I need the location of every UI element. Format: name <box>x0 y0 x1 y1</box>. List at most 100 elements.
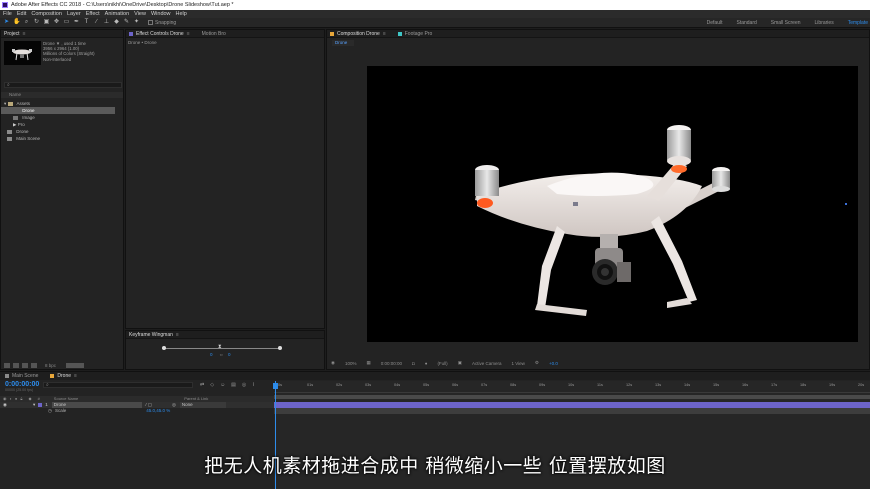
selection-tool-icon[interactable]: ➤ <box>3 19 10 26</box>
draft-3d-icon[interactable]: ◇ <box>210 382 214 388</box>
column-name[interactable]: Name <box>9 92 21 97</box>
menu-help[interactable]: Help <box>176 11 187 17</box>
new-composition-icon[interactable] <box>22 362 28 368</box>
bpc-label[interactable]: 8 bpc <box>45 363 56 368</box>
video-subtitle: 把无人机素材拖进合成中 稍微缩小一些 位置摆放如图 <box>204 455 666 477</box>
ruler-tick: 04s <box>394 383 401 387</box>
list-item[interactable]: ▶ Pro <box>1 121 123 128</box>
settings-icon[interactable] <box>31 362 37 368</box>
menu-icon[interactable]: ≡ <box>23 31 26 37</box>
keyframe-slider-handle[interactable] <box>162 346 166 350</box>
graph-editor-icon[interactable]: ⌇ <box>252 382 254 388</box>
current-time[interactable]: 0:00:00:00 <box>381 361 402 366</box>
menu-icon[interactable]: ≡ <box>74 373 77 379</box>
workspace-standard[interactable]: Standard <box>736 20 756 26</box>
shy-icon[interactable]: ☺ <box>220 382 225 388</box>
menu-composition[interactable]: Composition <box>31 11 62 17</box>
puppet-tool-icon[interactable]: ✦ <box>133 19 140 26</box>
menu-layer[interactable]: Layer <box>67 11 81 17</box>
grid-icon[interactable]: ▦ <box>366 360 370 366</box>
pan-behind-tool-icon[interactable]: ✥ <box>53 19 60 26</box>
stopwatch-icon[interactable]: ◷ <box>48 408 52 414</box>
menu-edit[interactable]: Edit <box>17 11 26 17</box>
workspace-default[interactable]: Default <box>707 20 723 26</box>
text-tool-icon[interactable]: T <box>83 19 90 26</box>
tab-drone-timeline[interactable]: Drone ≡ <box>50 373 77 379</box>
timeline-property-row[interactable]: ◷ Scale 45.0,45.0 % <box>0 408 274 414</box>
camera-tool-icon[interactable]: ▣ <box>43 19 50 26</box>
keyframe-slider-track[interactable] <box>162 348 282 349</box>
hourglass-icon[interactable]: ⧗ <box>218 344 222 350</box>
playhead-handle[interactable] <box>273 383 278 389</box>
trash-icon[interactable] <box>66 362 85 368</box>
list-item[interactable]: Drone <box>1 128 123 135</box>
timeline-current-time[interactable]: 0:00:00:00 <box>5 381 39 388</box>
menu-animation[interactable]: Animation <box>105 11 129 17</box>
zoom-select[interactable]: 100% <box>345 361 357 366</box>
window-title-bar: Adobe After Effects CC 2018 - C:\Users\n… <box>0 0 870 10</box>
tab-motion-bro[interactable]: Motion Bro <box>202 31 226 37</box>
zoom-tool-icon[interactable]: ⌕ <box>23 19 30 26</box>
expand-arrow-icon[interactable]: ▾ <box>4 101 6 106</box>
workspace-template[interactable]: Template <box>848 20 868 26</box>
snapping-checkbox[interactable] <box>148 20 153 25</box>
fast-previews-icon[interactable]: ⚙ <box>535 360 539 366</box>
eraser-tool-icon[interactable]: ◆ <box>113 19 120 26</box>
menu-icon[interactable]: ≡ <box>383 31 386 37</box>
work-area-bar[interactable] <box>274 395 870 399</box>
hand-tool-icon[interactable]: ✋ <box>13 19 20 26</box>
motion-blur-icon[interactable]: ◎ <box>242 382 246 388</box>
list-item[interactable]: ▾ Assets <box>1 100 123 107</box>
keyframe-value-a[interactable]: 0 <box>210 352 213 357</box>
ruler-tick: 01s <box>307 383 314 387</box>
menu-icon[interactable]: ≡ <box>187 31 190 37</box>
menu-icon[interactable]: ≡ <box>176 332 179 338</box>
list-item[interactable]: Main Scene <box>1 135 123 142</box>
snapping-toggle[interactable]: Snapping <box>148 20 176 26</box>
tab-main-scene[interactable]: Main Scene <box>5 373 38 379</box>
workspace-small-screen[interactable]: Small Screen <box>771 20 801 26</box>
region-of-interest-icon[interactable]: ▣ <box>458 360 462 366</box>
label-color-icon[interactable] <box>38 403 43 407</box>
rotate-tool-icon[interactable]: ↻ <box>33 19 40 26</box>
clone-stamp-tool-icon[interactable]: ⊥ <box>103 19 110 26</box>
show-channel-icon[interactable]: ● <box>425 361 428 366</box>
snapshot-icon[interactable]: ◘ <box>412 361 415 366</box>
always-preview-icon[interactable]: ◉ <box>331 360 335 366</box>
menu-effect[interactable]: Effect <box>86 11 100 17</box>
composition-viewer[interactable] <box>367 66 858 342</box>
tab-keyframe-wingman[interactable]: Keyframe Wingman ≡ <box>129 332 179 338</box>
new-folder-icon[interactable] <box>13 362 19 368</box>
rectangle-tool-icon[interactable]: ▭ <box>63 19 70 26</box>
menu-window[interactable]: Window <box>151 11 171 17</box>
link-icon[interactable]: ⇔ <box>219 352 224 357</box>
composition-panel: Composition Drone ≡ Footage Pro Drone ◉ … <box>326 29 870 370</box>
resolution-select[interactable]: (Full) <box>437 361 447 366</box>
roto-brush-tool-icon[interactable]: ✎ <box>123 19 130 26</box>
tab-footage[interactable]: Footage Pro <box>397 31 432 37</box>
keyframe-value-b[interactable]: 0 <box>228 352 231 357</box>
composition-subtab[interactable]: Drone <box>332 40 354 46</box>
list-item[interactable]: Drone <box>1 107 115 114</box>
timeline-search-input[interactable]: ⌕ <box>43 382 193 388</box>
time-ruler[interactable]: 0s 01s 02s 03s 04s 05s 06s 07s 08s 09s 10s 11s 12s 13… <box>274 383 870 393</box>
menu-view[interactable]: View <box>134 11 146 17</box>
comp-flowchart-icon[interactable]: ⇄ <box>200 382 204 388</box>
camera-select[interactable]: Active Camera <box>472 361 502 366</box>
tab-effect-controls[interactable]: Effect Controls Drone ≡ <box>129 31 190 37</box>
keyframe-slider-handle[interactable] <box>278 346 282 350</box>
workspace-libraries[interactable]: Libraries <box>815 20 834 26</box>
anchor-point-marker[interactable] <box>845 203 847 205</box>
list-item[interactable]: Image <box>1 114 123 121</box>
pen-tool-icon[interactable]: ✒ <box>73 19 80 26</box>
project-search-input[interactable]: ⌕ <box>4 82 122 88</box>
brush-tool-icon[interactable]: ∕ <box>93 19 100 26</box>
tab-composition[interactable]: Composition Drone ≡ <box>330 31 386 37</box>
frame-blending-icon[interactable]: ▤ <box>231 382 236 388</box>
exposure-value[interactable]: +0.0 <box>549 361 558 366</box>
interpret-footage-icon[interactable] <box>4 362 10 368</box>
tab-project[interactable]: Project ≡ <box>4 31 25 37</box>
views-select[interactable]: 1 View <box>511 361 524 366</box>
menu-file[interactable]: File <box>3 11 12 17</box>
scale-value[interactable]: 45.0,45.0 % <box>146 408 170 414</box>
